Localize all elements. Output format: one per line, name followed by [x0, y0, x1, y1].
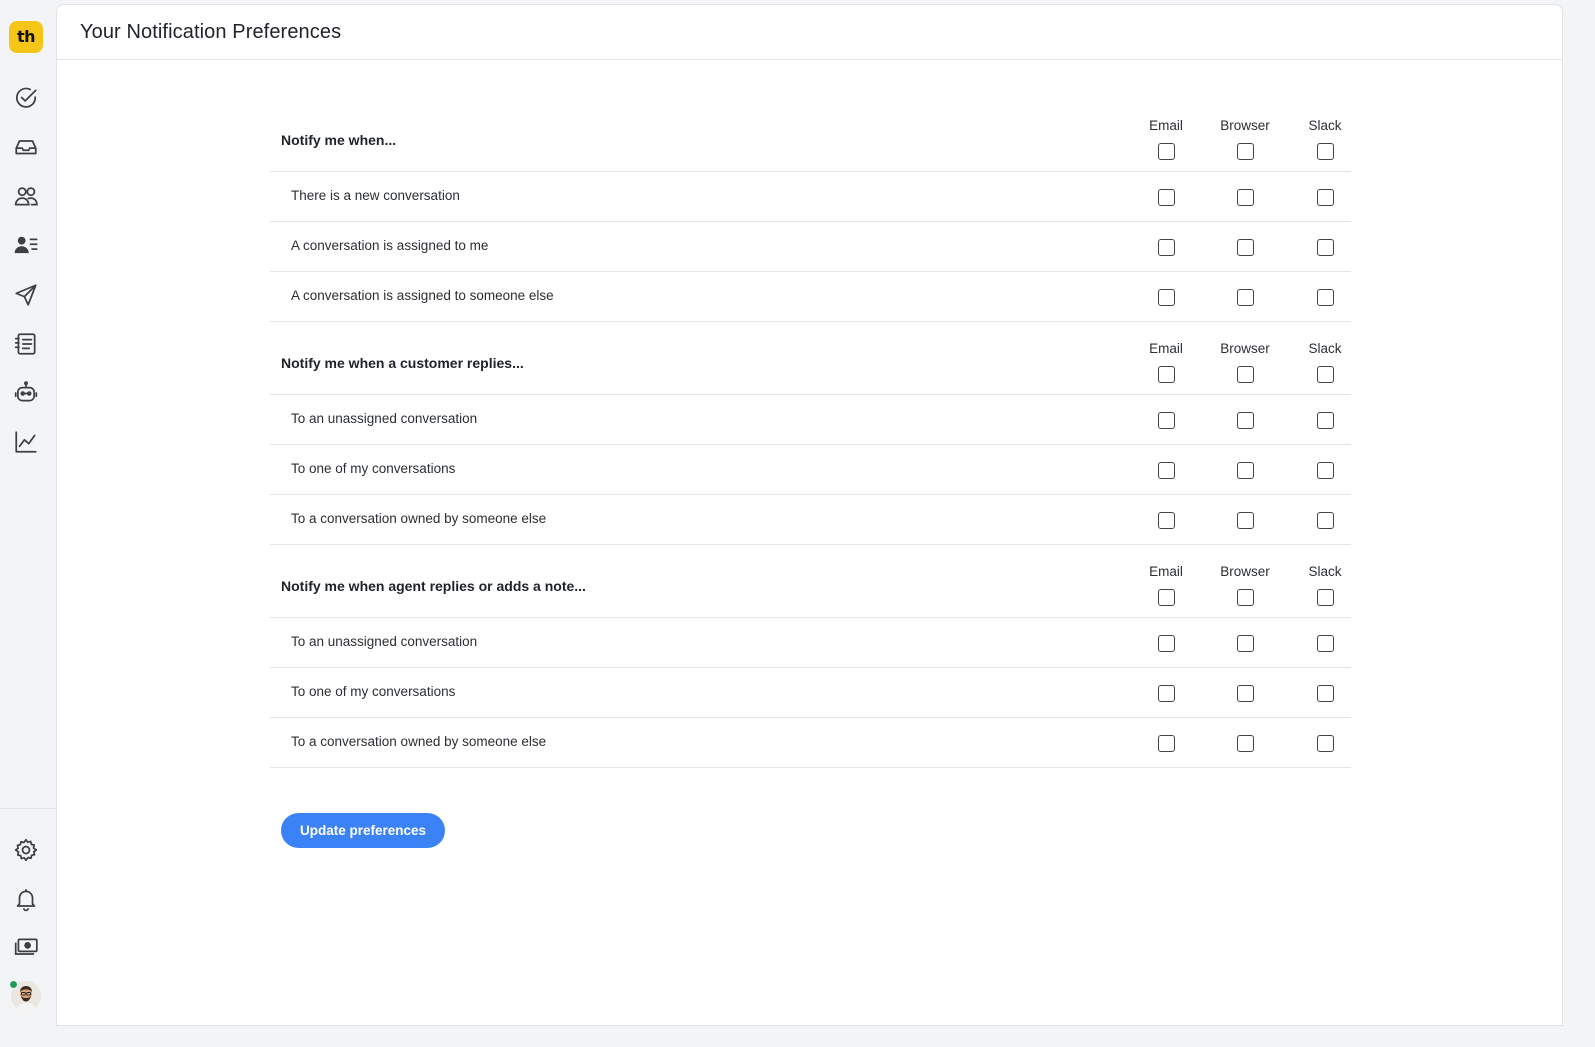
- preference-row: To a conversation owned by someone else: [270, 495, 1351, 545]
- browser-checkbox[interactable]: [1236, 512, 1254, 529]
- section-header: Notify me when agent replies or adds a n…: [270, 545, 1351, 618]
- preference-label: To an unassigned conversation: [291, 634, 478, 649]
- browser-select-all-checkbox[interactable]: [1236, 366, 1254, 383]
- main-panel: Your Notification Preferences Notify me …: [56, 4, 1563, 1026]
- email-checkbox[interactable]: [1157, 239, 1175, 256]
- page-title: Your Notification Preferences: [80, 20, 342, 43]
- update-preferences-button[interactable]: Update preferences: [281, 813, 446, 848]
- section-title: Notify me when a customer replies...: [281, 355, 524, 371]
- email-select-all-checkbox[interactable]: [1157, 589, 1175, 606]
- email-checkbox[interactable]: [1157, 635, 1175, 652]
- section-header: Notify me when a customer replies... Ema…: [270, 322, 1351, 395]
- team-icon[interactable]: [12, 182, 40, 210]
- slack-select-all-checkbox[interactable]: [1316, 589, 1334, 606]
- email-checkbox[interactable]: [1157, 685, 1175, 702]
- preference-label: To a conversation owned by someone else: [291, 734, 547, 749]
- email-checkbox[interactable]: [1157, 189, 1175, 206]
- inbox-icon[interactable]: [12, 133, 40, 161]
- tasks-icon[interactable]: [12, 84, 40, 112]
- slack-checkbox[interactable]: [1316, 289, 1334, 306]
- sidebar: th: [0, 0, 56, 1047]
- email-checkbox[interactable]: [1157, 512, 1175, 529]
- browser-select-all-checkbox[interactable]: [1236, 589, 1254, 606]
- slack-column-label: Slack: [1308, 118, 1342, 133]
- browser-column-label: Browser: [1220, 118, 1270, 133]
- section-title: Notify me when...: [281, 132, 397, 148]
- section-title: Notify me when agent replies or adds a n…: [281, 578, 586, 594]
- browser-column-label: Browser: [1220, 341, 1270, 356]
- preference-label: To a conversation owned by someone else: [291, 511, 547, 526]
- preference-row: To one of my conversations: [270, 445, 1351, 495]
- preference-row: To an unassigned conversation: [270, 618, 1351, 668]
- preference-row: To an unassigned conversation: [270, 395, 1351, 445]
- slack-column-label: Slack: [1308, 564, 1342, 579]
- slack-checkbox[interactable]: [1316, 685, 1334, 702]
- preference-row: To a conversation owned by someone else: [270, 718, 1351, 768]
- browser-checkbox[interactable]: [1236, 462, 1254, 479]
- contacts-icon[interactable]: [12, 231, 40, 259]
- email-column-label: Email: [1149, 118, 1183, 133]
- browser-checkbox[interactable]: [1236, 735, 1254, 752]
- slack-checkbox[interactable]: [1316, 239, 1334, 256]
- reports-icon[interactable]: [12, 428, 40, 456]
- billing-icon[interactable]: [12, 933, 40, 961]
- preference-label: A conversation is assigned to me: [291, 238, 489, 253]
- browser-select-all-checkbox[interactable]: [1236, 143, 1254, 160]
- preference-label: There is a new conversation: [291, 188, 460, 203]
- browser-checkbox[interactable]: [1236, 189, 1254, 206]
- settings-icon[interactable]: [12, 836, 40, 864]
- slack-select-all-checkbox[interactable]: [1316, 143, 1334, 160]
- email-checkbox[interactable]: [1157, 289, 1175, 306]
- slack-checkbox[interactable]: [1316, 512, 1334, 529]
- preference-row: A conversation is assigned to me: [270, 222, 1351, 272]
- section-header: Notify me when... Email Browser Slack: [270, 99, 1351, 172]
- logo-text: th: [16, 27, 36, 46]
- online-status-dot: [9, 980, 18, 989]
- slack-checkbox[interactable]: [1316, 735, 1334, 752]
- preference-label: To one of my conversations: [291, 684, 456, 699]
- email-checkbox[interactable]: [1157, 412, 1175, 429]
- browser-checkbox[interactable]: [1236, 685, 1254, 702]
- list-icon[interactable]: [12, 330, 40, 358]
- email-column-label: Email: [1149, 341, 1183, 356]
- browser-checkbox[interactable]: [1236, 635, 1254, 652]
- preference-row: To one of my conversations: [270, 668, 1351, 718]
- preference-row: There is a new conversation: [270, 172, 1351, 222]
- slack-checkbox[interactable]: [1316, 412, 1334, 429]
- email-column-label: Email: [1149, 564, 1183, 579]
- slack-checkbox[interactable]: [1316, 189, 1334, 206]
- slack-select-all-checkbox[interactable]: [1316, 366, 1334, 383]
- bell-icon[interactable]: [12, 885, 40, 913]
- email-select-all-checkbox[interactable]: [1157, 366, 1175, 383]
- email-checkbox[interactable]: [1157, 735, 1175, 752]
- bot-icon[interactable]: [12, 379, 40, 407]
- page-header: Your Notification Preferences: [57, 5, 1562, 60]
- slack-checkbox[interactable]: [1316, 462, 1334, 479]
- browser-checkbox[interactable]: [1236, 239, 1254, 256]
- send-icon[interactable]: [12, 281, 40, 309]
- email-checkbox[interactable]: [1157, 462, 1175, 479]
- sidebar-divider: [0, 808, 56, 809]
- preference-label: A conversation is assigned to someone el…: [291, 288, 554, 303]
- browser-column-label: Browser: [1220, 564, 1270, 579]
- slack-checkbox[interactable]: [1316, 635, 1334, 652]
- email-select-all-checkbox[interactable]: [1157, 143, 1175, 160]
- notification-preferences: Notify me when... Email Browser Slack Th…: [270, 99, 1351, 768]
- app-logo[interactable]: th: [9, 21, 43, 53]
- preference-row: A conversation is assigned to someone el…: [270, 272, 1351, 322]
- preference-label: To one of my conversations: [291, 461, 456, 476]
- preference-label: To an unassigned conversation: [291, 411, 478, 426]
- slack-column-label: Slack: [1308, 341, 1342, 356]
- browser-checkbox[interactable]: [1236, 289, 1254, 306]
- browser-checkbox[interactable]: [1236, 412, 1254, 429]
